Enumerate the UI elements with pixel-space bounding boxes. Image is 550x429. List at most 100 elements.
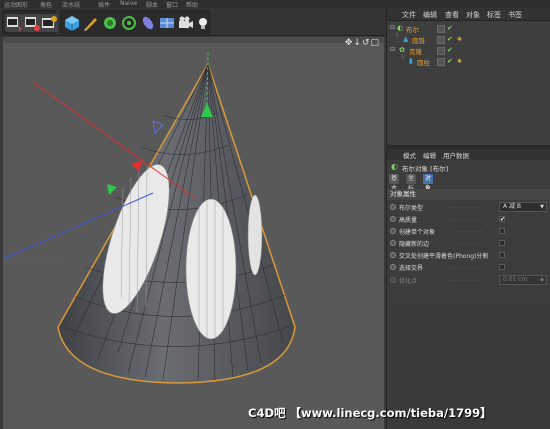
animate-radio[interactable] <box>390 228 396 234</box>
pen-icon[interactable] <box>82 14 100 32</box>
layer-tag[interactable] <box>437 25 445 33</box>
phong-tag-icon[interactable]: ✱ <box>457 58 462 65</box>
am-menu-edit[interactable]: 编辑 <box>423 150 436 160</box>
leader-dots: . . . . . . . . . . <box>447 203 484 210</box>
render-view-icon[interactable] <box>23 14 41 32</box>
tab-basic[interactable]: 基本 <box>389 174 400 192</box>
om-menu-file[interactable]: 文件 <box>402 10 416 20</box>
leader-dots: . . . . . . . . . . <box>447 263 484 270</box>
object-name[interactable]: 布尔 <box>406 24 419 34</box>
prop-high-quality: 高质量 . . . . . . . . . . ✔ <box>387 214 550 225</box>
hide-new-edges-checkbox[interactable] <box>499 240 505 246</box>
om-menu-bookmarks[interactable]: 书签 <box>508 10 522 20</box>
cloner-icon: ✿ <box>399 46 405 54</box>
phong-tag-icon[interactable]: ✱ <box>457 36 462 43</box>
layer-tag[interactable] <box>437 47 445 55</box>
boolean-hole-center <box>185 198 237 340</box>
enabled-check-icon[interactable]: ✔ <box>447 46 453 54</box>
viewport-header <box>3 37 384 43</box>
x-axis-handle[interactable] <box>131 160 143 171</box>
object-row-cylinder[interactable]: └ ▮ 圆柱 ✔ ✱ <box>387 55 550 67</box>
cloner-icon[interactable] <box>120 14 138 32</box>
light-icon[interactable] <box>194 14 212 32</box>
object-name[interactable]: 圆锥 <box>412 35 425 45</box>
om-menu-tags[interactable]: 标签 <box>487 10 501 20</box>
attribute-title-bar: ◐ 布尔对象 [布尔] <box>387 161 550 173</box>
boole-icon: ◐ <box>397 24 404 32</box>
am-menu-userdata[interactable]: 用户数据 <box>443 150 469 160</box>
prop-hide-new-edges: 隐藏新的边 . . . . . . . <box>387 238 550 249</box>
main-menu-bar: 运动图形 角色 流水线 插件 Naive 脚本 窗口 帮助 <box>0 0 550 9</box>
leader-dots: . . . . . . . <box>457 227 482 234</box>
attribute-manager-menu: 模式 编辑 用户数据 <box>387 149 550 160</box>
cone-boolean-render <box>3 51 296 384</box>
object-name[interactable]: 圆柱 <box>417 57 430 67</box>
right-panel: 文件 编辑 查看 对象 标签 书签 ⊟ ◐ 布尔 ✔ └ ▲ 圆锥 ✔ ✱ ⊟ … <box>386 8 550 429</box>
leader-dots: . . . . . . . . . . <box>447 215 484 222</box>
animate-radio[interactable] <box>390 264 396 270</box>
cylinder-icon: ▮ <box>409 57 413 65</box>
scale-handle[interactable] <box>107 184 117 195</box>
deformer-icon[interactable] <box>139 14 157 32</box>
tab-coord[interactable]: 坐标 <box>406 174 417 192</box>
prop-create-single: 创建单个对象 . . . . . . . <box>387 226 550 237</box>
leader-dots: . . . . . . . . . . <box>447 276 484 283</box>
select-value: A 减 B <box>503 203 522 210</box>
object-manager-list: ⊟ ◐ 布尔 ✔ └ ▲ 圆锥 ✔ ✱ ⊟ ✿ 克隆 ✔ └ ▮ 圆柱 ✔ ✱ <box>387 22 550 144</box>
camera-icon[interactable] <box>177 14 195 32</box>
render-toolbar-group <box>2 10 58 34</box>
animate-radio[interactable] <box>390 252 396 258</box>
animate-radio[interactable] <box>390 216 396 222</box>
prop-label: 交叉处创建平滑着色(Phong)分割 <box>399 253 489 260</box>
chevron-down-icon: ▼ <box>540 204 544 210</box>
select-intersection-checkbox[interactable] <box>499 264 505 270</box>
am-menu-mode[interactable]: 模式 <box>403 150 416 160</box>
cube-icon[interactable] <box>63 14 81 32</box>
enabled-check-icon[interactable]: ✔ <box>447 35 453 43</box>
attribute-title: 布尔对象 [布尔] <box>402 165 449 173</box>
layer-tag[interactable] <box>437 58 445 66</box>
boole-type-select[interactable]: A 减 B ▼ <box>499 202 547 212</box>
create-single-checkbox[interactable] <box>499 228 505 234</box>
rotation-handle[interactable] <box>152 120 164 135</box>
prop-optimize-points: 优化点 . . . . . . . . . . 0.01 cm ◆ <box>387 275 550 286</box>
render-region-icon[interactable] <box>5 14 23 32</box>
animate-radio[interactable] <box>390 240 396 246</box>
subdivision-icon[interactable] <box>101 14 119 32</box>
prop-label: 隐藏新的边 <box>399 241 430 248</box>
tree-line: └ <box>401 55 405 62</box>
object-name[interactable]: 克隆 <box>409 46 422 56</box>
object-row-cone[interactable]: └ ▲ 圆锥 ✔ ✱ <box>387 33 550 45</box>
floor-icon[interactable] <box>158 14 176 32</box>
prop-label: 创建单个对象 <box>399 229 436 236</box>
boolean-hole-right <box>247 194 263 276</box>
enabled-check-icon[interactable]: ✔ <box>447 57 453 65</box>
render-settings-icon[interactable] <box>40 14 58 32</box>
animate-radio[interactable] <box>390 204 396 210</box>
expand-icon[interactable]: ⊟ <box>390 24 395 31</box>
object-row-boole[interactable]: ⊟ ◐ 布尔 ✔ <box>387 24 550 34</box>
prop-phong-break: 交叉处创建平滑着色(Phong)分割 <box>387 250 550 261</box>
tab-object[interactable]: 对象 <box>423 174 434 192</box>
expand-icon[interactable]: ⊟ <box>390 46 395 53</box>
phong-break-checkbox[interactable] <box>499 252 505 258</box>
section-object-properties: 对象属性 <box>387 189 550 200</box>
object-row-cloner[interactable]: ⊟ ✿ 克隆 ✔ <box>387 46 550 56</box>
animate-radio <box>390 277 396 283</box>
cone-icon: ▲ <box>403 35 409 43</box>
prop-select-intersection: 选择交界 . . . . . . . . . . <box>387 262 550 273</box>
om-menu-view[interactable]: 查看 <box>445 10 459 20</box>
high-quality-checkbox[interactable]: ✔ <box>499 216 505 223</box>
om-menu-object[interactable]: 对象 <box>466 10 480 20</box>
prop-label: 高质量 <box>399 217 418 224</box>
layer-tag[interactable] <box>437 36 445 44</box>
tree-line: └ <box>395 33 399 40</box>
om-menu-edit[interactable]: 编辑 <box>423 10 437 20</box>
viewport-nav-icons[interactable]: ✥↓↺▢ <box>345 38 380 48</box>
prop-label: 布尔类型 <box>399 205 424 212</box>
menu-item[interactable]: Naive <box>120 0 137 7</box>
enabled-check-icon[interactable]: ✔ <box>447 24 453 32</box>
prop-label: 选择交界 <box>399 265 424 272</box>
boole-icon: ◐ <box>391 162 398 171</box>
viewport-perspective[interactable]: ✥↓↺▢ <box>3 37 384 429</box>
